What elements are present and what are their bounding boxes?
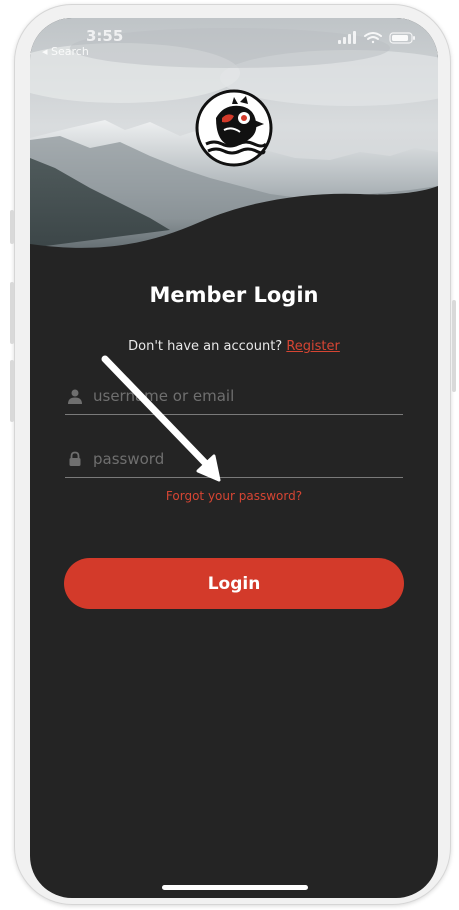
forgot-password-link[interactable]: Forgot your password? xyxy=(30,489,438,503)
home-indicator xyxy=(162,885,308,890)
phone-side-button xyxy=(10,360,14,422)
native-art-bird-logo-icon xyxy=(195,89,273,167)
password-input[interactable] xyxy=(93,443,393,475)
username-input[interactable] xyxy=(93,380,393,412)
phone-side-button xyxy=(10,210,14,244)
status-time: 3:55 xyxy=(86,27,124,45)
battery-icon xyxy=(389,32,415,44)
register-prompt: Don't have an account? Register xyxy=(30,339,438,354)
login-button[interactable]: Login xyxy=(64,558,404,609)
register-link[interactable]: Register xyxy=(286,339,340,354)
wifi-icon xyxy=(364,32,382,44)
phone-side-button xyxy=(10,282,14,344)
status-icons xyxy=(338,31,415,44)
status-bar: 3:55 ◂ Search xyxy=(30,18,438,58)
user-icon xyxy=(68,389,82,404)
phone-side-button xyxy=(452,300,456,392)
username-field xyxy=(65,380,403,415)
app-screen: 3:55 ◂ Search Member Login Don't have an… xyxy=(30,18,438,898)
lock-icon xyxy=(69,451,81,466)
page-title: Member Login xyxy=(149,283,319,307)
password-field xyxy=(65,443,403,478)
back-to-search-link[interactable]: ◂ Search xyxy=(42,45,89,58)
cellular-signal-icon xyxy=(338,31,356,44)
no-account-text: Don't have an account? xyxy=(128,339,283,354)
